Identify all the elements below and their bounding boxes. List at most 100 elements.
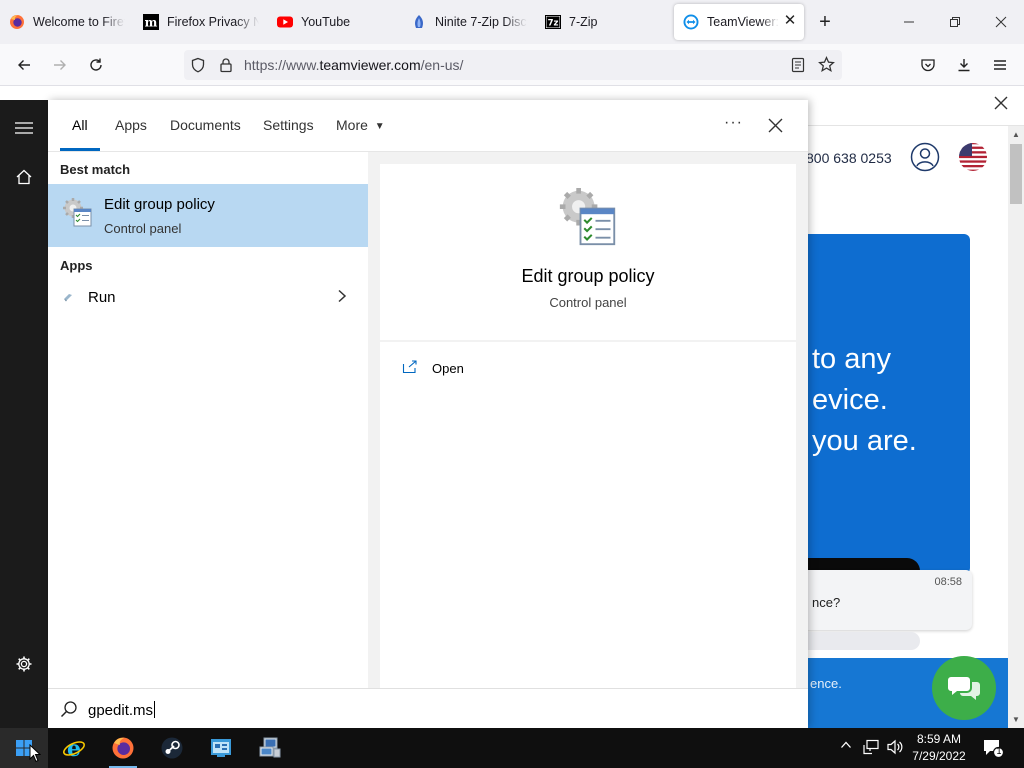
tab-teamviewer[interactable]: TeamViewer: The Remote Connectivity Soft… — [674, 4, 804, 40]
url-bar[interactable]: https://www.teamviewer.com/en-us/ — [184, 50, 842, 80]
tracking-shield-icon[interactable] — [190, 57, 206, 76]
tab-title: 7-Zip — [569, 15, 598, 29]
tab-all[interactable]: All — [72, 117, 88, 133]
start-menu-rail — [0, 100, 48, 728]
scrollbar-thumb[interactable] — [1010, 144, 1022, 204]
downloads-button[interactable] — [950, 52, 978, 78]
result-title: Run — [88, 289, 116, 306]
arrow-left-icon — [18, 60, 30, 70]
hamburger-menu-icon[interactable] — [14, 120, 34, 139]
browser-tab-strip: Welcome to Firefox m Firefox Privacy Not… — [0, 0, 1024, 44]
taskbar-internet-explorer[interactable]: e — [50, 728, 98, 768]
scroll-up-icon[interactable]: ▲ — [1012, 130, 1020, 139]
tab-welcome-firefox[interactable]: Welcome to Firefox — [0, 4, 128, 40]
scroll-down-icon[interactable]: ▼ — [1012, 715, 1020, 724]
svg-text:e: e — [67, 736, 81, 760]
start-search-panel: All Apps Documents Settings More ▼ ··· B… — [48, 100, 808, 728]
taskbar-control-panel[interactable] — [197, 728, 245, 768]
taskbar-network-app[interactable] — [246, 728, 294, 768]
desktop: Welcome to Firefox m Firefox Privacy Not… — [0, 0, 1024, 768]
app-menu-button[interactable] — [986, 52, 1014, 78]
chat-text: nce? — [812, 595, 841, 610]
tab-title: Welcome to Firefox — [33, 15, 125, 29]
show-hidden-icons[interactable] — [840, 739, 852, 754]
svg-text:m: m — [145, 16, 158, 30]
chevron-right-icon[interactable] — [336, 289, 348, 306]
tab-title: Ninite 7-Zip Discord — [435, 15, 527, 29]
app-result-run[interactable]: Run — [48, 282, 368, 314]
computer-network-icon — [259, 737, 281, 758]
best-match-heading: Best match — [60, 162, 131, 177]
tab-title: TeamViewer: The Remote Connectivity Soft… — [707, 15, 779, 29]
open-action[interactable]: Open — [396, 358, 780, 382]
restore-button[interactable] — [932, 0, 978, 44]
pocket-button[interactable] — [914, 52, 942, 78]
hero-text-line: to any — [812, 343, 891, 375]
group-policy-large-icon — [558, 186, 618, 251]
reload-icon — [90, 58, 102, 71]
text-cursor — [154, 701, 156, 718]
bookmark-star-icon[interactable] — [818, 56, 835, 76]
close-tab-icon[interactable]: ✕ — [782, 13, 798, 29]
close-notification-icon[interactable] — [994, 96, 1008, 113]
mouse-cursor-icon — [29, 744, 41, 763]
taskbar-firefox[interactable] — [99, 728, 147, 768]
tab-documents[interactable]: Documents — [170, 117, 241, 133]
forward-button[interactable] — [46, 52, 74, 78]
7zip-icon: 7z — [545, 14, 561, 30]
tab-youtube[interactable]: YouTube — [268, 4, 396, 40]
network-status[interactable] — [862, 739, 880, 758]
internet-explorer-icon: e — [63, 736, 85, 760]
tab-7zip[interactable]: 7z 7-Zip — [536, 4, 664, 40]
reload-button[interactable] — [82, 52, 110, 78]
home-icon[interactable] — [15, 168, 33, 189]
hamburger-icon — [994, 60, 1006, 70]
best-match-result[interactable]: Edit group policy Control panel — [48, 184, 368, 247]
start-button[interactable] — [0, 728, 48, 768]
new-tab-button[interactable]: + — [802, 0, 848, 44]
volume-status[interactable] — [886, 739, 904, 758]
cookie-banner-text: ence. — [810, 676, 842, 691]
result-preview-pane: Edit group policy Control panel Open — [380, 164, 796, 688]
us-flag-icon[interactable] — [958, 142, 988, 175]
group-policy-icon — [62, 197, 94, 232]
tab-title: YouTube — [301, 15, 351, 29]
page-scrollbar[interactable]: ▲ ▼ — [1008, 126, 1024, 728]
search-box[interactable]: gpedit.ms — [48, 688, 808, 728]
reader-view-icon[interactable] — [790, 57, 806, 76]
search-input[interactable]: gpedit.ms — [88, 701, 156, 719]
settings-gear-icon[interactable] — [15, 655, 33, 676]
lock-icon[interactable] — [218, 57, 234, 76]
chat-launcher-button[interactable] — [932, 656, 996, 720]
more-options-icon[interactable]: ··· — [724, 114, 743, 132]
phone-number[interactable]: 800 638 0253 — [806, 150, 892, 166]
tab-more[interactable]: More ▼ — [336, 117, 385, 133]
back-button[interactable] — [10, 52, 38, 78]
search-icon — [60, 700, 78, 721]
apps-heading: Apps — [60, 258, 93, 273]
taskbar-steam[interactable] — [148, 728, 196, 768]
chat-bubbles-icon — [948, 677, 980, 700]
close-window-button[interactable] — [978, 0, 1024, 44]
open-icon — [402, 360, 418, 377]
minimize-button[interactable] — [886, 0, 932, 44]
svg-text:7z: 7z — [548, 19, 559, 29]
steam-icon — [161, 737, 183, 759]
youtube-icon — [277, 14, 293, 30]
result-subtitle: Control panel — [104, 221, 182, 236]
mozilla-m-icon: m — [143, 14, 159, 30]
network-icon — [863, 739, 879, 755]
tab-apps[interactable]: Apps — [115, 117, 147, 133]
active-tab-indicator — [60, 148, 100, 151]
preview-divider — [380, 340, 796, 342]
chat-message-bubble[interactable]: 08:58 nce? — [790, 570, 972, 630]
action-center-button[interactable]: 1 — [982, 738, 1005, 761]
close-search-icon[interactable] — [768, 118, 783, 136]
tab-privacy-notice[interactable]: m Firefox Privacy Notice — [134, 4, 262, 40]
results-list: Best match Edit group policy Control pan… — [48, 152, 368, 688]
tab-ninite[interactable]: Ninite 7-Zip Discord — [402, 4, 530, 40]
chat-input-hint — [790, 632, 920, 650]
tab-settings[interactable]: Settings — [263, 117, 314, 133]
taskbar-clock[interactable]: 8:59 AM 7/29/2022 — [908, 731, 970, 765]
account-icon[interactable] — [910, 142, 940, 175]
